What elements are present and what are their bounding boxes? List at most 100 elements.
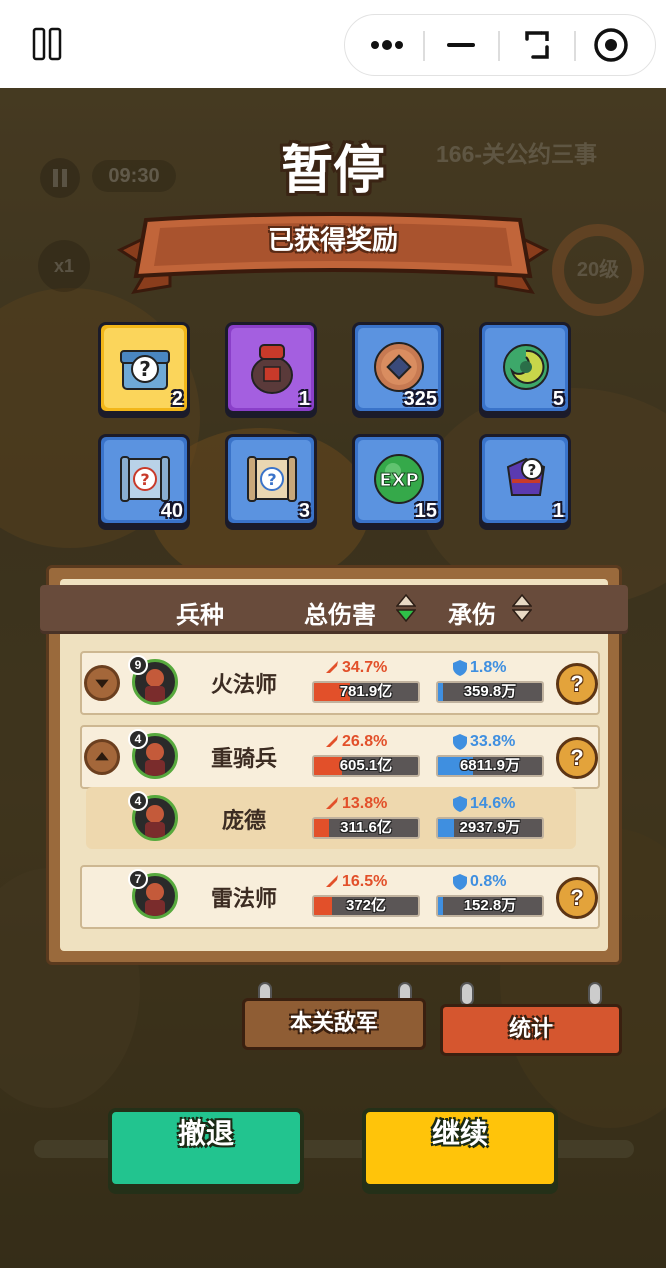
more-icon[interactable] xyxy=(367,25,407,65)
mystery-chest-icon: ? xyxy=(120,350,170,390)
header-unit: 兵种 xyxy=(176,601,224,629)
damage-bar: 781.9亿 xyxy=(312,681,420,703)
reward-item[interactable]: 1 xyxy=(225,322,317,414)
reward-count: 3 xyxy=(298,500,310,522)
unit-name: 庞德 xyxy=(221,809,266,834)
top-bar xyxy=(0,0,666,88)
taken-percent: 0.8% xyxy=(470,873,507,890)
expand-toggle[interactable] xyxy=(84,739,120,775)
chevron-down-icon xyxy=(95,679,109,688)
fullscreen-icon[interactable] xyxy=(517,25,557,65)
taken-value: 359.8万 xyxy=(463,683,517,700)
taken-bar: 6811.9万 xyxy=(436,755,544,777)
reward-item[interactable]: EXP 15 xyxy=(352,434,444,526)
table-row: 4 庞德 13.8% 311.6亿 14.6% 2937.9万 xyxy=(80,787,600,851)
taken-bar: 359.8万 xyxy=(436,681,544,703)
header-damage-taken[interactable]: 承伤 xyxy=(448,595,496,630)
reward-count: 15 xyxy=(414,500,437,522)
reward-item[interactable]: 5 xyxy=(479,322,571,414)
taken-percent: 14.6% xyxy=(470,795,516,812)
shield-icon xyxy=(453,660,467,676)
retreat-button[interactable]: 撤退 xyxy=(108,1108,304,1188)
sword-icon xyxy=(326,661,338,673)
reward-item[interactable]: ? 40 xyxy=(98,434,190,526)
sword-icon xyxy=(326,735,338,747)
help-button[interactable]: ? xyxy=(556,663,598,705)
damage-value: 311.6亿 xyxy=(340,819,392,836)
page-title: 暂停 xyxy=(280,141,385,201)
table-row: 7 雷法师 16.5% 372亿 0.8% 152.8万? xyxy=(80,865,600,929)
svg-text:?: ? xyxy=(528,461,537,479)
continue-label: 继续 xyxy=(431,1117,488,1150)
sort-damage-icon[interactable] xyxy=(396,593,416,623)
damage-stats-panel: 兵种 总伤害 承伤 9 火法师 34.7% 781.9亿 1.8% 359.8万? 4 重骑兵… xyxy=(40,565,628,965)
tan-scroll-icon: ? xyxy=(247,456,297,502)
close-miniprogram-icon[interactable] xyxy=(591,25,631,65)
unit-name: 雷法师 xyxy=(210,887,277,912)
chevron-up-icon xyxy=(95,752,109,761)
reward-count: 325 xyxy=(403,388,437,410)
shield-icon xyxy=(453,874,467,890)
damage-percent: 34.7% xyxy=(342,659,388,676)
damage-bar: 311.6亿 xyxy=(312,817,420,839)
reward-item[interactable]: ? 1 xyxy=(479,434,571,526)
expand-toggle[interactable] xyxy=(84,665,120,701)
unit-name: 重骑兵 xyxy=(210,747,277,772)
damage-bar: 372亿 xyxy=(312,895,420,917)
rewards-banner-label: 已获得奖励 xyxy=(267,226,398,256)
unit-level-badge: 4 xyxy=(128,791,148,811)
unit-name: 火法师 xyxy=(210,673,277,698)
unit-level-badge: 7 xyxy=(128,869,148,889)
shield-icon xyxy=(453,734,467,750)
sign-hook xyxy=(588,982,602,1006)
reward-count: 5 xyxy=(552,388,564,410)
stats-tab[interactable]: 统计 xyxy=(440,1004,622,1056)
sign-hook xyxy=(460,982,474,1006)
minimize-icon[interactable] xyxy=(441,25,481,65)
header-damage[interactable]: 总伤害 xyxy=(304,595,376,630)
sword-icon xyxy=(326,797,338,809)
damage-percent: 26.8% xyxy=(342,733,388,750)
reward-item[interactable]: ? 3 xyxy=(225,434,317,526)
damage-value: 781.9亿 xyxy=(339,683,393,700)
damage-bar: 605.1亿 xyxy=(312,755,420,777)
retreat-label: 撤退 xyxy=(177,1117,234,1150)
taken-percent: 33.8% xyxy=(470,733,516,750)
taken-value: 2937.9万 xyxy=(459,819,521,836)
sort-taken-icon[interactable] xyxy=(512,593,532,623)
reward-item[interactable]: 325 xyxy=(352,322,444,414)
sword-icon xyxy=(326,875,338,887)
table-row: 9 火法师 34.7% 781.9亿 1.8% 359.8万? xyxy=(80,651,600,715)
taken-value: 152.8万 xyxy=(463,897,517,914)
svg-text:?: ? xyxy=(140,470,149,489)
reward-count: 1 xyxy=(552,500,564,522)
help-button[interactable]: ? xyxy=(556,737,598,779)
shield-icon xyxy=(453,796,467,812)
reward-item[interactable]: ? 2 xyxy=(98,322,190,414)
help-button[interactable]: ? xyxy=(556,877,598,919)
mystery-armor-icon: ? xyxy=(506,457,546,496)
taken-bar: 152.8万 xyxy=(436,895,544,917)
sidebar-toggle-icon[interactable] xyxy=(30,26,66,62)
damage-percent: 16.5% xyxy=(342,873,388,890)
reward-count: 1 xyxy=(298,388,310,410)
taken-percent: 1.8% xyxy=(470,659,507,676)
svg-text:?: ? xyxy=(267,470,276,489)
damage-percent: 13.8% xyxy=(342,795,388,812)
wine-jar-icon xyxy=(251,344,293,394)
reward-count: 2 xyxy=(171,388,183,410)
taken-value: 6811.9万 xyxy=(459,757,521,774)
reward-count: 40 xyxy=(160,500,183,522)
unit-level-badge: 9 xyxy=(128,655,148,675)
jade-pendant-icon xyxy=(503,344,549,390)
continue-button[interactable]: 继续 xyxy=(362,1108,558,1188)
stats-tab-label: 统计 xyxy=(508,1017,553,1042)
capsule-menu xyxy=(344,14,656,76)
enemy-info-tab[interactable]: 本关敌军 xyxy=(242,998,426,1050)
enemy-info-label: 本关敌军 xyxy=(289,1011,378,1036)
svg-text:?: ? xyxy=(139,357,151,381)
taken-bar: 2937.9万 xyxy=(436,817,544,839)
game-view: 09:30 166-关公约三事 x1 20级 暂停 已获得奖励 ? 2 1 325 5?… xyxy=(0,88,666,1268)
damage-value: 605.1亿 xyxy=(339,757,393,774)
table-row: 4 重骑兵 26.8% 605.1亿 33.8% 6811.9万? xyxy=(80,725,600,789)
